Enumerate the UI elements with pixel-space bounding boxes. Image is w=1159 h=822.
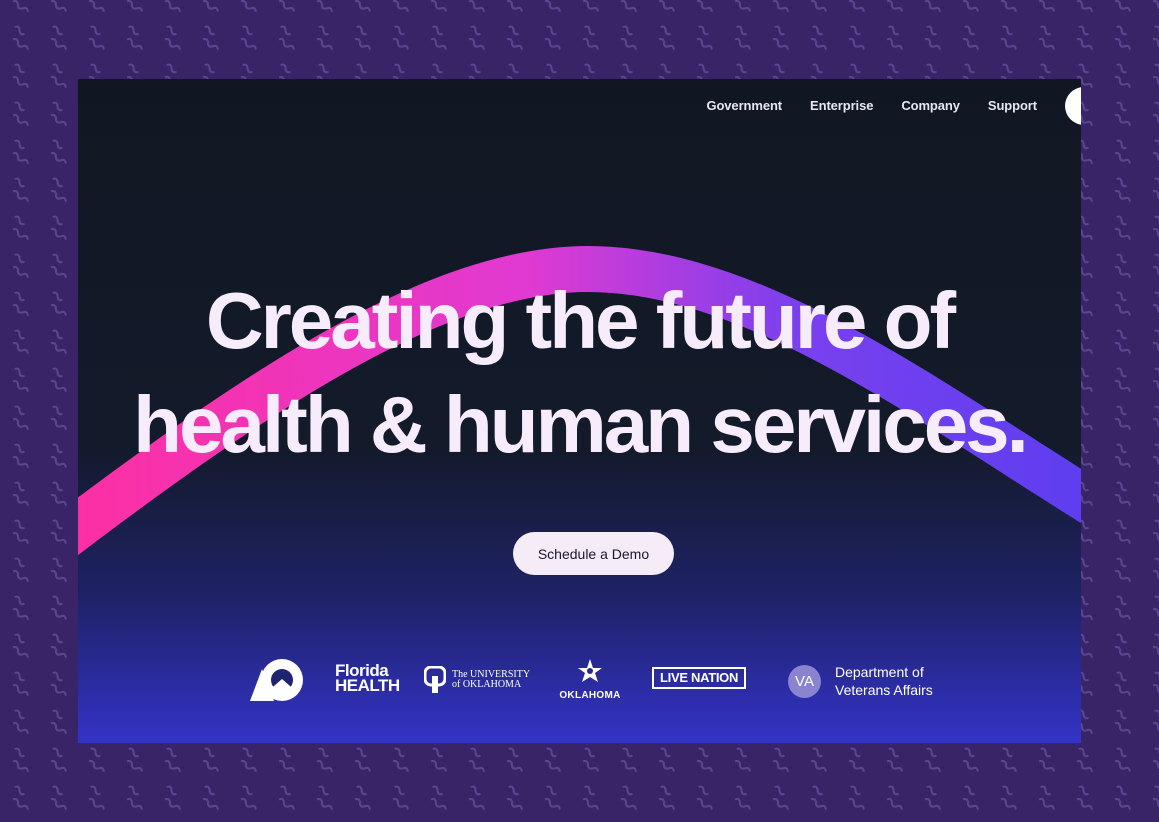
colorado-logo: [250, 659, 303, 701]
nav-enterprise[interactable]: Enterprise: [810, 98, 873, 113]
schedule-demo-button[interactable]: Schedule a Demo: [513, 532, 674, 575]
headline-line-2: health & human services.: [133, 380, 1029, 469]
hero-screen: Government Enterprise Company Support Cr…: [78, 79, 1081, 743]
ou-monogram-icon: [424, 666, 446, 693]
va-logo: VA Department of Veterans Affairs: [788, 663, 933, 699]
nav-support[interactable]: Support: [988, 98, 1037, 113]
nav-company[interactable]: Company: [901, 98, 960, 113]
hero-headline: Creating the future of health & human se…: [78, 269, 1081, 477]
florida-health-logo: Florida HEALTH: [335, 661, 400, 695]
va-badge-icon: VA: [788, 664, 821, 698]
oklahoma-star-icon: [578, 659, 602, 682]
client-logos: Florida HEALTH The UNIVERSITY of OKLAHOM…: [78, 654, 1081, 714]
ou-logo: The UNIVERSITY of OKLAHOMA: [424, 666, 530, 694]
headline-line-1: Creating the future of: [205, 276, 956, 365]
nav-government[interactable]: Government: [706, 98, 782, 113]
top-nav: Government Enterprise Company Support: [706, 98, 1037, 113]
live-nation-logo: LIVE NATION: [652, 667, 747, 689]
oklahoma-logo: OKLAHOMA: [558, 658, 622, 701]
